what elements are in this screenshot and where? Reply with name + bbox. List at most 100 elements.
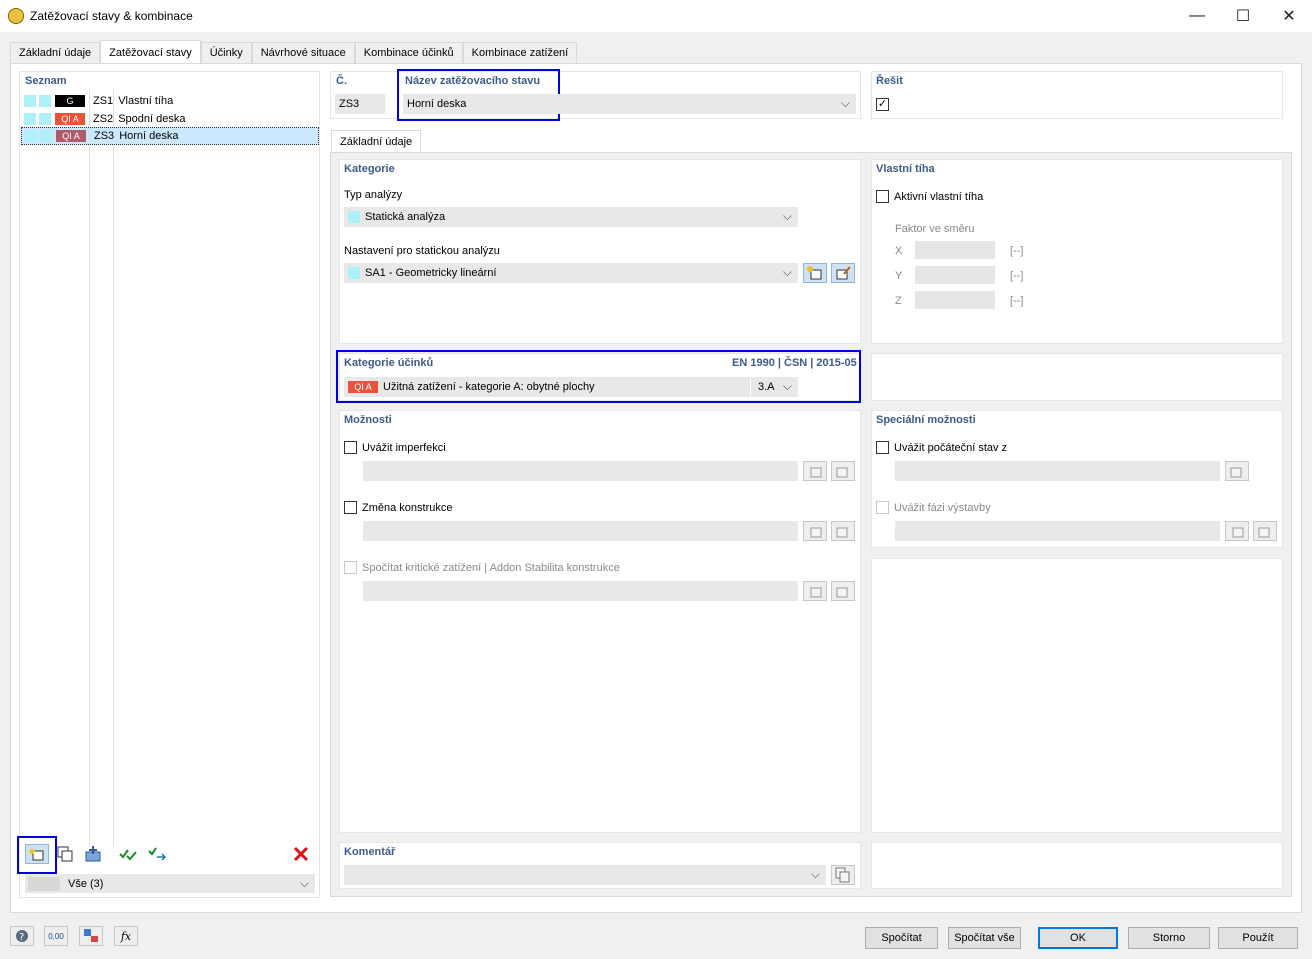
initial-state-select[interactable] (895, 461, 1220, 481)
edit-settings-button[interactable] (831, 263, 855, 283)
apply-button[interactable]: Použít (1218, 927, 1298, 949)
copy-button[interactable] (53, 844, 77, 864)
solve-checkbox[interactable]: ✓ (876, 98, 889, 111)
check-all-button[interactable] (116, 844, 140, 864)
new-imperfection-button[interactable] (803, 461, 827, 481)
tab-design-situations[interactable]: Návrhové situace (251, 42, 355, 64)
edit-critical-load-button[interactable] (831, 581, 855, 601)
factor-z-label: Z (895, 295, 902, 307)
selfweight-label: Aktivní vlastní tíha (894, 191, 984, 203)
edit-structure-change-button[interactable] (831, 521, 855, 541)
comment-library-button[interactable] (831, 865, 855, 885)
new-settings-button[interactable] (803, 263, 827, 283)
structure-change-select[interactable] (363, 521, 798, 541)
list-item-selected[interactable]: QI A ZS3 Horní deska (21, 127, 319, 145)
tab-load-combinations[interactable]: Kombinace zatížení (462, 42, 578, 64)
help-button[interactable]: ? (10, 926, 34, 946)
maximize-button[interactable]: ☐ (1220, 0, 1266, 32)
structure-change-label: Změna konstrukce (362, 502, 453, 514)
initial-state-label: Uvážit počáteční stav z (894, 442, 1008, 454)
factor-label: Faktor ve směru (895, 223, 975, 235)
factor-y-label: Y (895, 270, 903, 282)
new-structure-change-button[interactable] (803, 521, 827, 541)
comment-input[interactable]: ⌵ (344, 865, 826, 885)
analysis-settings-select[interactable]: SA1 - Geometricky lineární ⌵ (344, 263, 798, 283)
tab-basic-data[interactable]: Základní údaje (10, 42, 101, 64)
filter-select[interactable]: Vše (3) ⌵ (25, 874, 315, 893)
chevron-down-icon: ⌵ (782, 209, 792, 223)
name-label: Název zatěžovacího stavu (405, 75, 541, 87)
close-button[interactable]: ✕ (1266, 0, 1312, 32)
insert-button[interactable] (81, 844, 105, 864)
action-category-value: Užitná zatížení - kategorie A: obytné pl… (383, 381, 595, 393)
options-title: Možnosti (344, 414, 392, 426)
selfweight-checkbox[interactable] (876, 190, 889, 203)
chevron-down-icon: ⌵ (840, 96, 850, 110)
edit-construction-phase-button[interactable] (1253, 521, 1277, 541)
new-construction-phase-button[interactable] (1225, 521, 1249, 541)
edit-icon (1230, 467, 1242, 478)
units-button[interactable]: 0,00 (44, 926, 68, 946)
category-badge: QI A (55, 113, 85, 125)
structure-change-checkbox[interactable] (344, 501, 357, 514)
construction-phase-select[interactable] (895, 521, 1220, 541)
edit-icon (836, 467, 848, 478)
new-critical-load-button[interactable] (803, 581, 827, 601)
cancel-button[interactable]: Storno (1128, 927, 1210, 949)
display-icon (84, 929, 98, 942)
minimize-button[interactable]: — (1174, 0, 1220, 32)
ok-button[interactable]: OK (1038, 927, 1118, 949)
new-icon (810, 467, 822, 478)
name-select[interactable]: Horní deska ⌵ (403, 94, 856, 114)
analysis-settings-label: Nastavení pro statickou analýzu (344, 245, 500, 257)
svg-text:?: ? (19, 932, 24, 943)
subtab-basic-data[interactable]: Základní údaje (331, 130, 422, 153)
delete-button[interactable] (289, 844, 313, 864)
tab-load-cases[interactable]: Zatěžovací stavy (100, 40, 201, 65)
list-item[interactable]: G ZS1 Vlastní tíha (21, 92, 319, 110)
display-button[interactable] (79, 926, 103, 946)
swap-check-icon (148, 847, 167, 861)
function-icon: fx (120, 929, 132, 943)
category-badge: G (55, 95, 85, 107)
action-category-select[interactable]: QI A Užitná zatížení - kategorie A: obyt… (344, 377, 798, 397)
action-category-code: 3.A (758, 381, 775, 393)
chevron-down-icon: ⌵ (782, 265, 792, 279)
empty-section (871, 353, 1283, 401)
solve-label: Řešit (876, 75, 903, 87)
factor-z-input[interactable] (915, 291, 995, 309)
construction-phase-checkbox[interactable] (876, 501, 889, 514)
imperfection-select[interactable] (363, 461, 798, 481)
formula-button[interactable]: fx (114, 926, 138, 946)
edit-initial-state-button[interactable] (1225, 461, 1249, 481)
imperfection-checkbox[interactable] (344, 441, 357, 454)
analysis-settings-value: SA1 - Geometricky lineární (365, 267, 497, 279)
number-field[interactable]: ZS3 (335, 94, 385, 114)
name-value: Horní deska (407, 98, 467, 110)
insert-icon (85, 846, 101, 862)
tab-action-combinations[interactable]: Kombinace účinků (354, 42, 463, 64)
list-panel (19, 71, 320, 898)
toggle-check-button[interactable] (145, 844, 169, 864)
solve-section (871, 71, 1283, 119)
new-icon (810, 587, 822, 598)
category-title: Kategorie (344, 163, 395, 175)
list-divider (113, 90, 114, 846)
list-item[interactable]: QI A ZS2 Spodní deska (21, 110, 319, 128)
empty-section (871, 558, 1283, 833)
calculate-all-button[interactable]: Spočítat vše (948, 927, 1021, 949)
delete-icon (293, 846, 309, 862)
new-load-case-button[interactable] (25, 844, 49, 864)
factor-y-input[interactable] (915, 266, 995, 284)
edit-imperfection-button[interactable] (831, 461, 855, 481)
category-badge: QI A (348, 381, 378, 393)
chevron-down-icon: ⌵ (810, 867, 820, 881)
critical-load-select[interactable] (363, 581, 798, 601)
initial-state-checkbox[interactable] (876, 441, 889, 454)
tab-actions[interactable]: Účinky (200, 42, 252, 64)
analysis-type-select[interactable]: Statická analýza ⌵ (344, 207, 798, 227)
chevron-down-icon: ⌵ (782, 379, 792, 393)
critical-load-checkbox[interactable] (344, 561, 357, 574)
calculate-button[interactable]: Spočítat (865, 927, 938, 949)
factor-x-input[interactable] (915, 241, 995, 259)
